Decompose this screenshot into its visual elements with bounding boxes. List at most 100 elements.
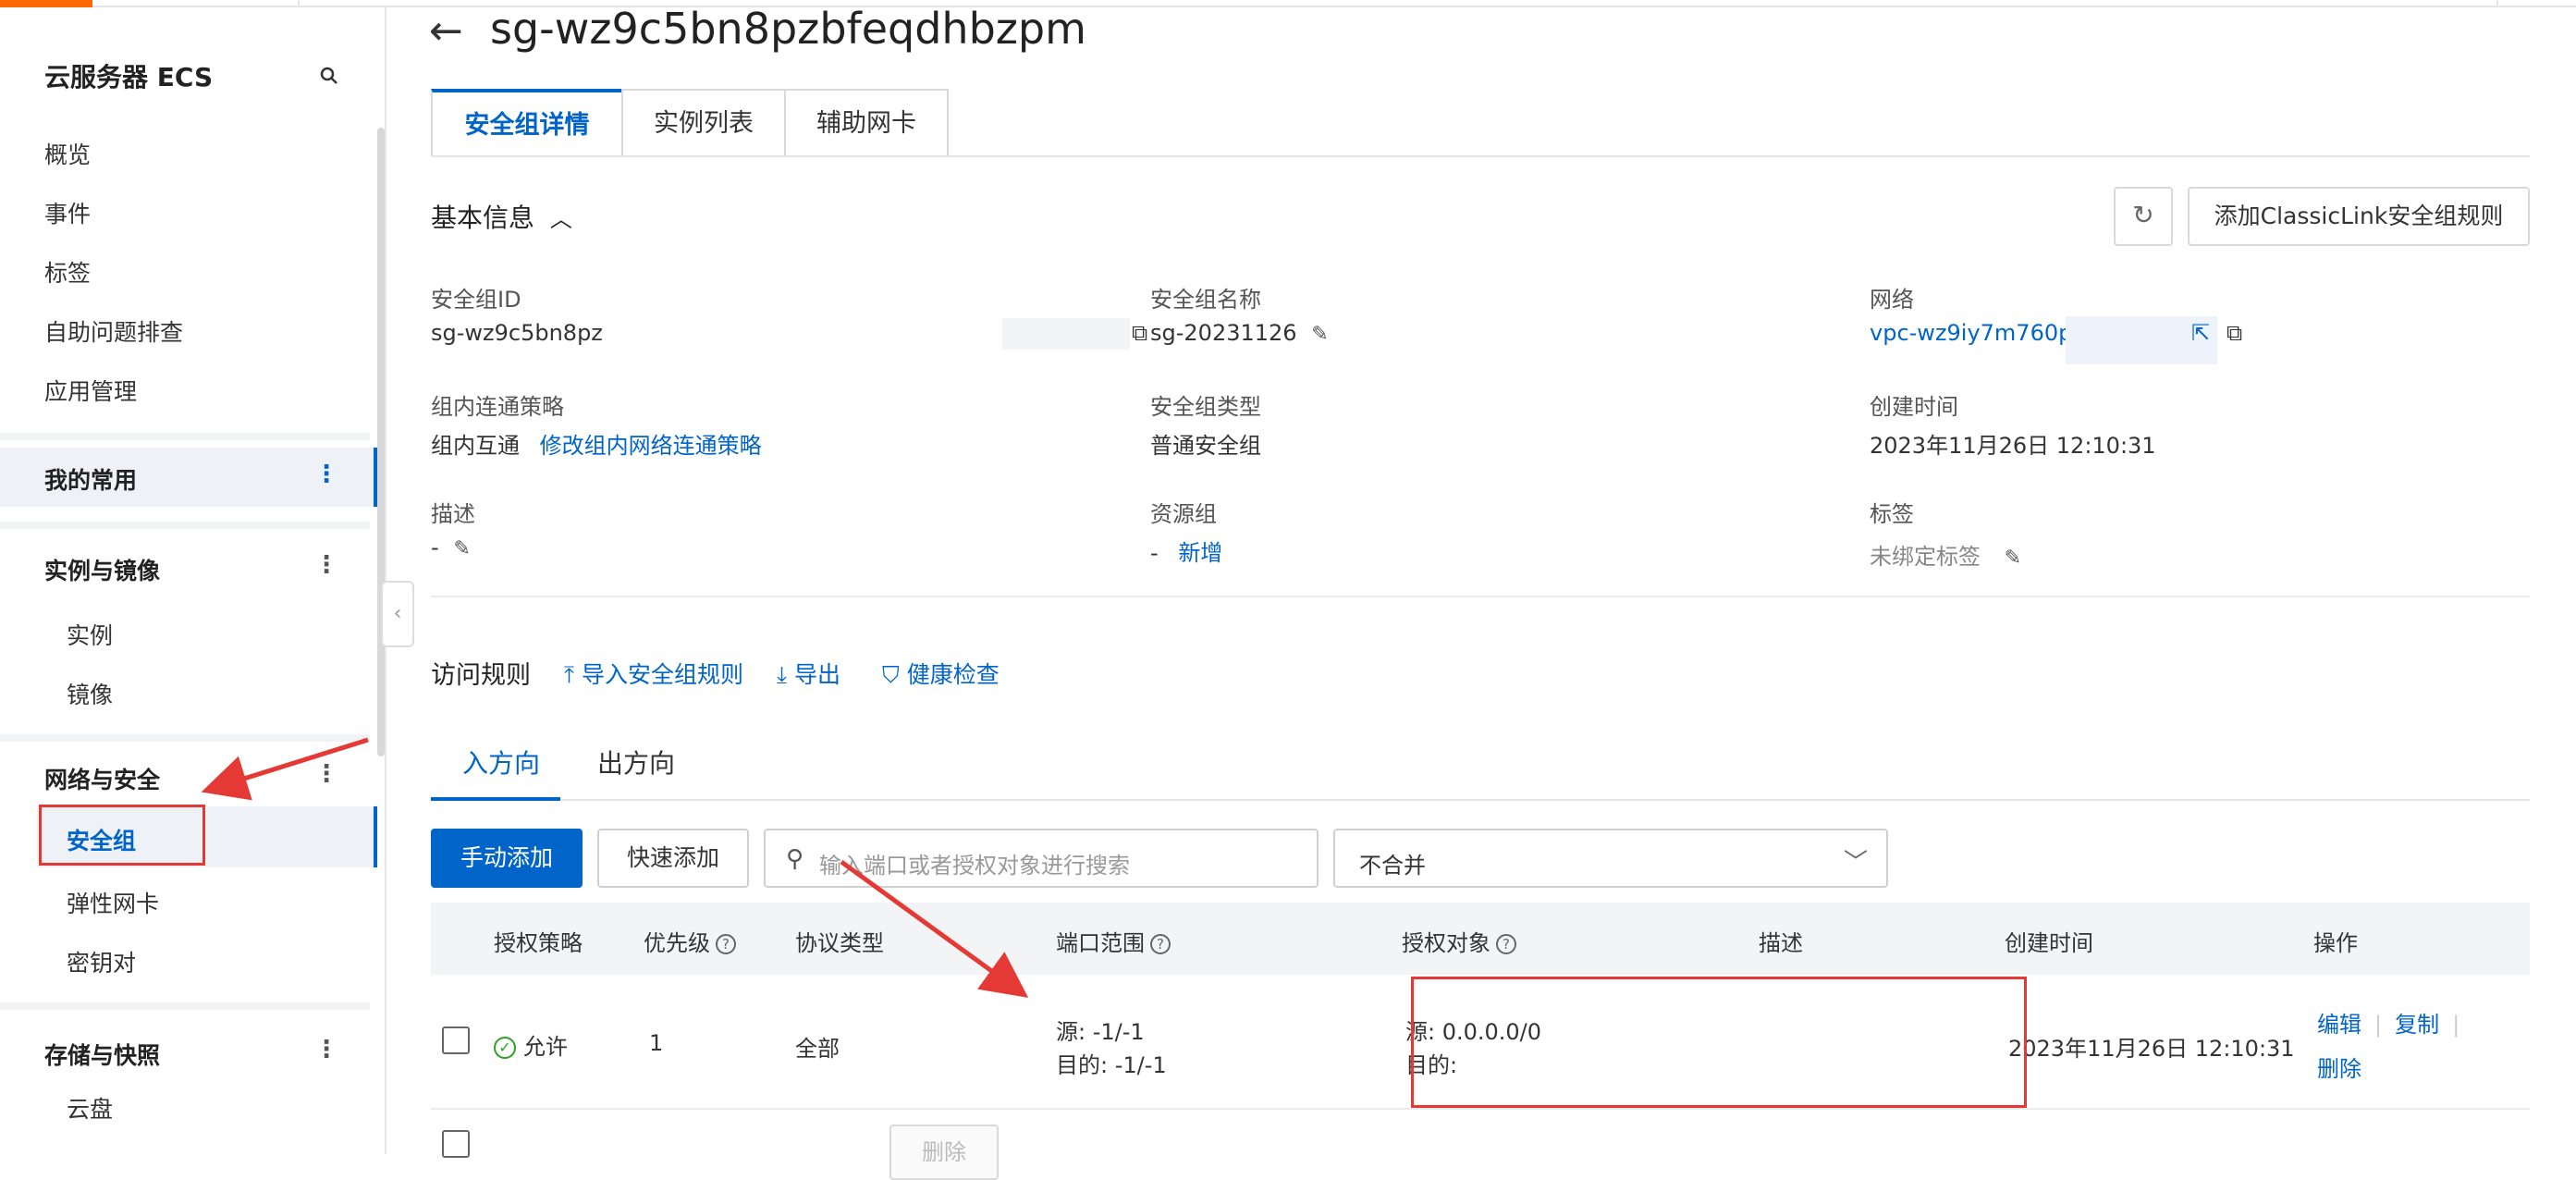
more-vertical-icon[interactable]: ⋮ [314, 461, 338, 488]
sidebar-group-storage[interactable]: 存储与快照 ⋮ [0, 1023, 377, 1082]
manual-add-button[interactable]: 手动添加 [431, 829, 583, 888]
edit-icon[interactable]: ✎ [453, 537, 470, 560]
priority-cell: 1 [649, 1030, 664, 1056]
search-icon[interactable] [318, 65, 340, 87]
help-icon[interactable]: ? [716, 934, 736, 954]
basic-info-header[interactable]: 基本信息 ︿ [431, 198, 572, 235]
import-rules-link[interactable]: ⤒ 导入安全组规则 [564, 657, 743, 690]
column-header-priority: 优先级? [644, 925, 736, 957]
export-label: 导出 [794, 661, 841, 688]
tab-outbound[interactable]: 出方向 [597, 744, 675, 781]
edit-rule-link[interactable]: 编辑 [2317, 1012, 2361, 1038]
sg-name-value: sg-20231126 ✎ [1150, 320, 1329, 346]
help-icon[interactable]: ? [1150, 934, 1171, 954]
sidebar-item-eni[interactable]: 弹性网卡 [67, 886, 159, 919]
copy-icon[interactable]: ⧉ [1132, 320, 1147, 346]
tab-secondary-eni[interactable]: 辅助网卡 [784, 89, 949, 157]
sg-type-label: 安全组类型 [1150, 394, 1261, 420]
more-vertical-icon[interactable]: ⋮ [314, 1036, 338, 1063]
brand-strip [0, 0, 92, 7]
sg-name-label: 安全组名称 [1150, 287, 1261, 313]
desc-value: - ✎ [431, 535, 471, 560]
column-header-desc: 描述 [1759, 930, 1803, 956]
sidebar-item-images[interactable]: 镜像 [67, 677, 113, 710]
tab-inbound[interactable]: 入方向 [462, 744, 540, 781]
quick-add-button[interactable]: 快速添加 [597, 829, 749, 888]
upload-icon: ⤒ [564, 661, 575, 688]
check-circle-icon: ✓ [494, 1037, 516, 1059]
access-rules-title: 访问规则 [431, 661, 531, 690]
active-tab-underline [431, 797, 560, 801]
vpc-link[interactable]: vpc-wz9iy7m760p [1870, 320, 2072, 346]
column-header-actions: 操作 [2313, 930, 2358, 956]
active-indicator [374, 806, 377, 867]
edit-icon[interactable]: ✎ [1311, 323, 1328, 346]
policy-text: 组内互通 [431, 433, 520, 459]
delete-rule-link[interactable]: 删除 [2317, 1051, 2361, 1083]
separator: | [2374, 1012, 2383, 1038]
external-link-icon[interactable]: ⇱ [2191, 320, 2210, 346]
created-label: 创建时间 [1870, 394, 1958, 420]
sidebar-item-instances[interactable]: 实例 [67, 618, 113, 651]
sidebar-item-tags[interactable]: 标签 [44, 255, 91, 289]
sidebar-item-keypairs[interactable]: 密钥对 [67, 945, 136, 978]
direction-divider [431, 799, 2530, 801]
sidebar-item-overview[interactable]: 概览 [44, 137, 91, 170]
chevron-down-icon: ﹀ [1843, 849, 1868, 877]
refresh-icon: ↻ [2132, 200, 2154, 230]
sidebar-item-disks[interactable]: 云盘 [67, 1091, 113, 1125]
modify-policy-link[interactable]: 修改组内网络连通策略 [540, 433, 762, 459]
export-link[interactable]: ⤓ 导出 [777, 657, 840, 690]
more-vertical-icon[interactable]: ⋮ [314, 551, 338, 579]
sidebar-group-instances[interactable]: 实例与镜像 ⋮ [0, 538, 377, 597]
sidebar-divider [0, 734, 370, 742]
sidebar-divider [0, 522, 370, 529]
copy-rule-link[interactable]: 复制 [2395, 1012, 2439, 1038]
add-classiclink-rule-button[interactable]: 添加ClassicLink安全组规则 [2188, 187, 2530, 246]
network-label: 网络 [1870, 287, 1914, 313]
port-dst-cell: 目的: -1/-1 [1056, 1052, 1167, 1078]
tags-text: 未绑定标签 [1870, 544, 1981, 570]
sidebar-item-troubleshoot[interactable]: 自助问题排查 [44, 314, 183, 348]
column-header-label: 优先级 [644, 930, 710, 956]
tab-sg-details[interactable]: 安全组详情 [431, 89, 623, 157]
created-cell: 2023年11月26日 12:10:31 [2008, 1036, 2295, 1062]
basic-info-title: 基本信息 [431, 203, 535, 233]
resource-group-label: 资源组 [1150, 501, 1217, 527]
tab-instance-list[interactable]: 实例列表 [621, 89, 786, 157]
health-check-link[interactable]: ⛉ 健康检查 [882, 657, 1000, 690]
protocol-cell: 全部 [795, 1036, 840, 1062]
add-resource-group-link[interactable]: 新增 [1178, 540, 1222, 566]
tab-divider [431, 155, 2530, 157]
port-src-cell: 源: -1/-1 [1056, 1019, 1145, 1045]
policy-label: 组内连通策略 [431, 394, 564, 420]
shield-check-icon: ⛉ [882, 661, 900, 688]
topbar-divider [298, 0, 300, 7]
sidebar-group-network-security[interactable]: 网络与安全 ⋮ [0, 747, 377, 806]
help-icon[interactable]: ? [1496, 934, 1516, 954]
batch-delete-button[interactable]: 删除 [889, 1125, 999, 1180]
separator: | [2452, 1012, 2460, 1038]
back-arrow-icon[interactable]: ← [429, 7, 463, 55]
sidebar-scrollbar[interactable] [377, 128, 385, 756]
search-placeholder: 输入端口或者授权对象进行搜索 [819, 853, 1130, 879]
chevron-up-icon: ︿ [549, 206, 572, 232]
copy-icon[interactable]: ⧉ [2226, 320, 2242, 346]
sidebar-group-label: 实例与镜像 [44, 558, 161, 584]
row-checkbox[interactable] [442, 1026, 470, 1054]
sidebar-title: 云服务器 ECS [44, 62, 214, 92]
merge-select[interactable]: 不合并 ﹀ [1333, 829, 1888, 888]
sidebar-item-events[interactable]: 事件 [44, 196, 91, 229]
sidebar-group-label: 我的常用 [44, 467, 138, 494]
rule-search-input[interactable]: ⚲ 输入端口或者授权对象进行搜索 [764, 829, 1319, 888]
refresh-button[interactable]: ↻ [2114, 187, 2173, 246]
topbar-divider [2496, 0, 2498, 7]
import-rules-label: 导入安全组规则 [582, 661, 744, 688]
sidebar-item-app-management[interactable]: 应用管理 [44, 374, 137, 407]
column-header-auth-object: 授权对象? [1402, 925, 1516, 957]
desc-label: 描述 [431, 501, 475, 527]
more-vertical-icon[interactable]: ⋮ [314, 760, 338, 788]
edit-icon[interactable]: ✎ [2005, 547, 2021, 570]
sg-name-text: sg-20231126 [1150, 320, 1297, 346]
sidebar-group-favorites[interactable]: 我的常用 ⋮ [0, 448, 377, 507]
